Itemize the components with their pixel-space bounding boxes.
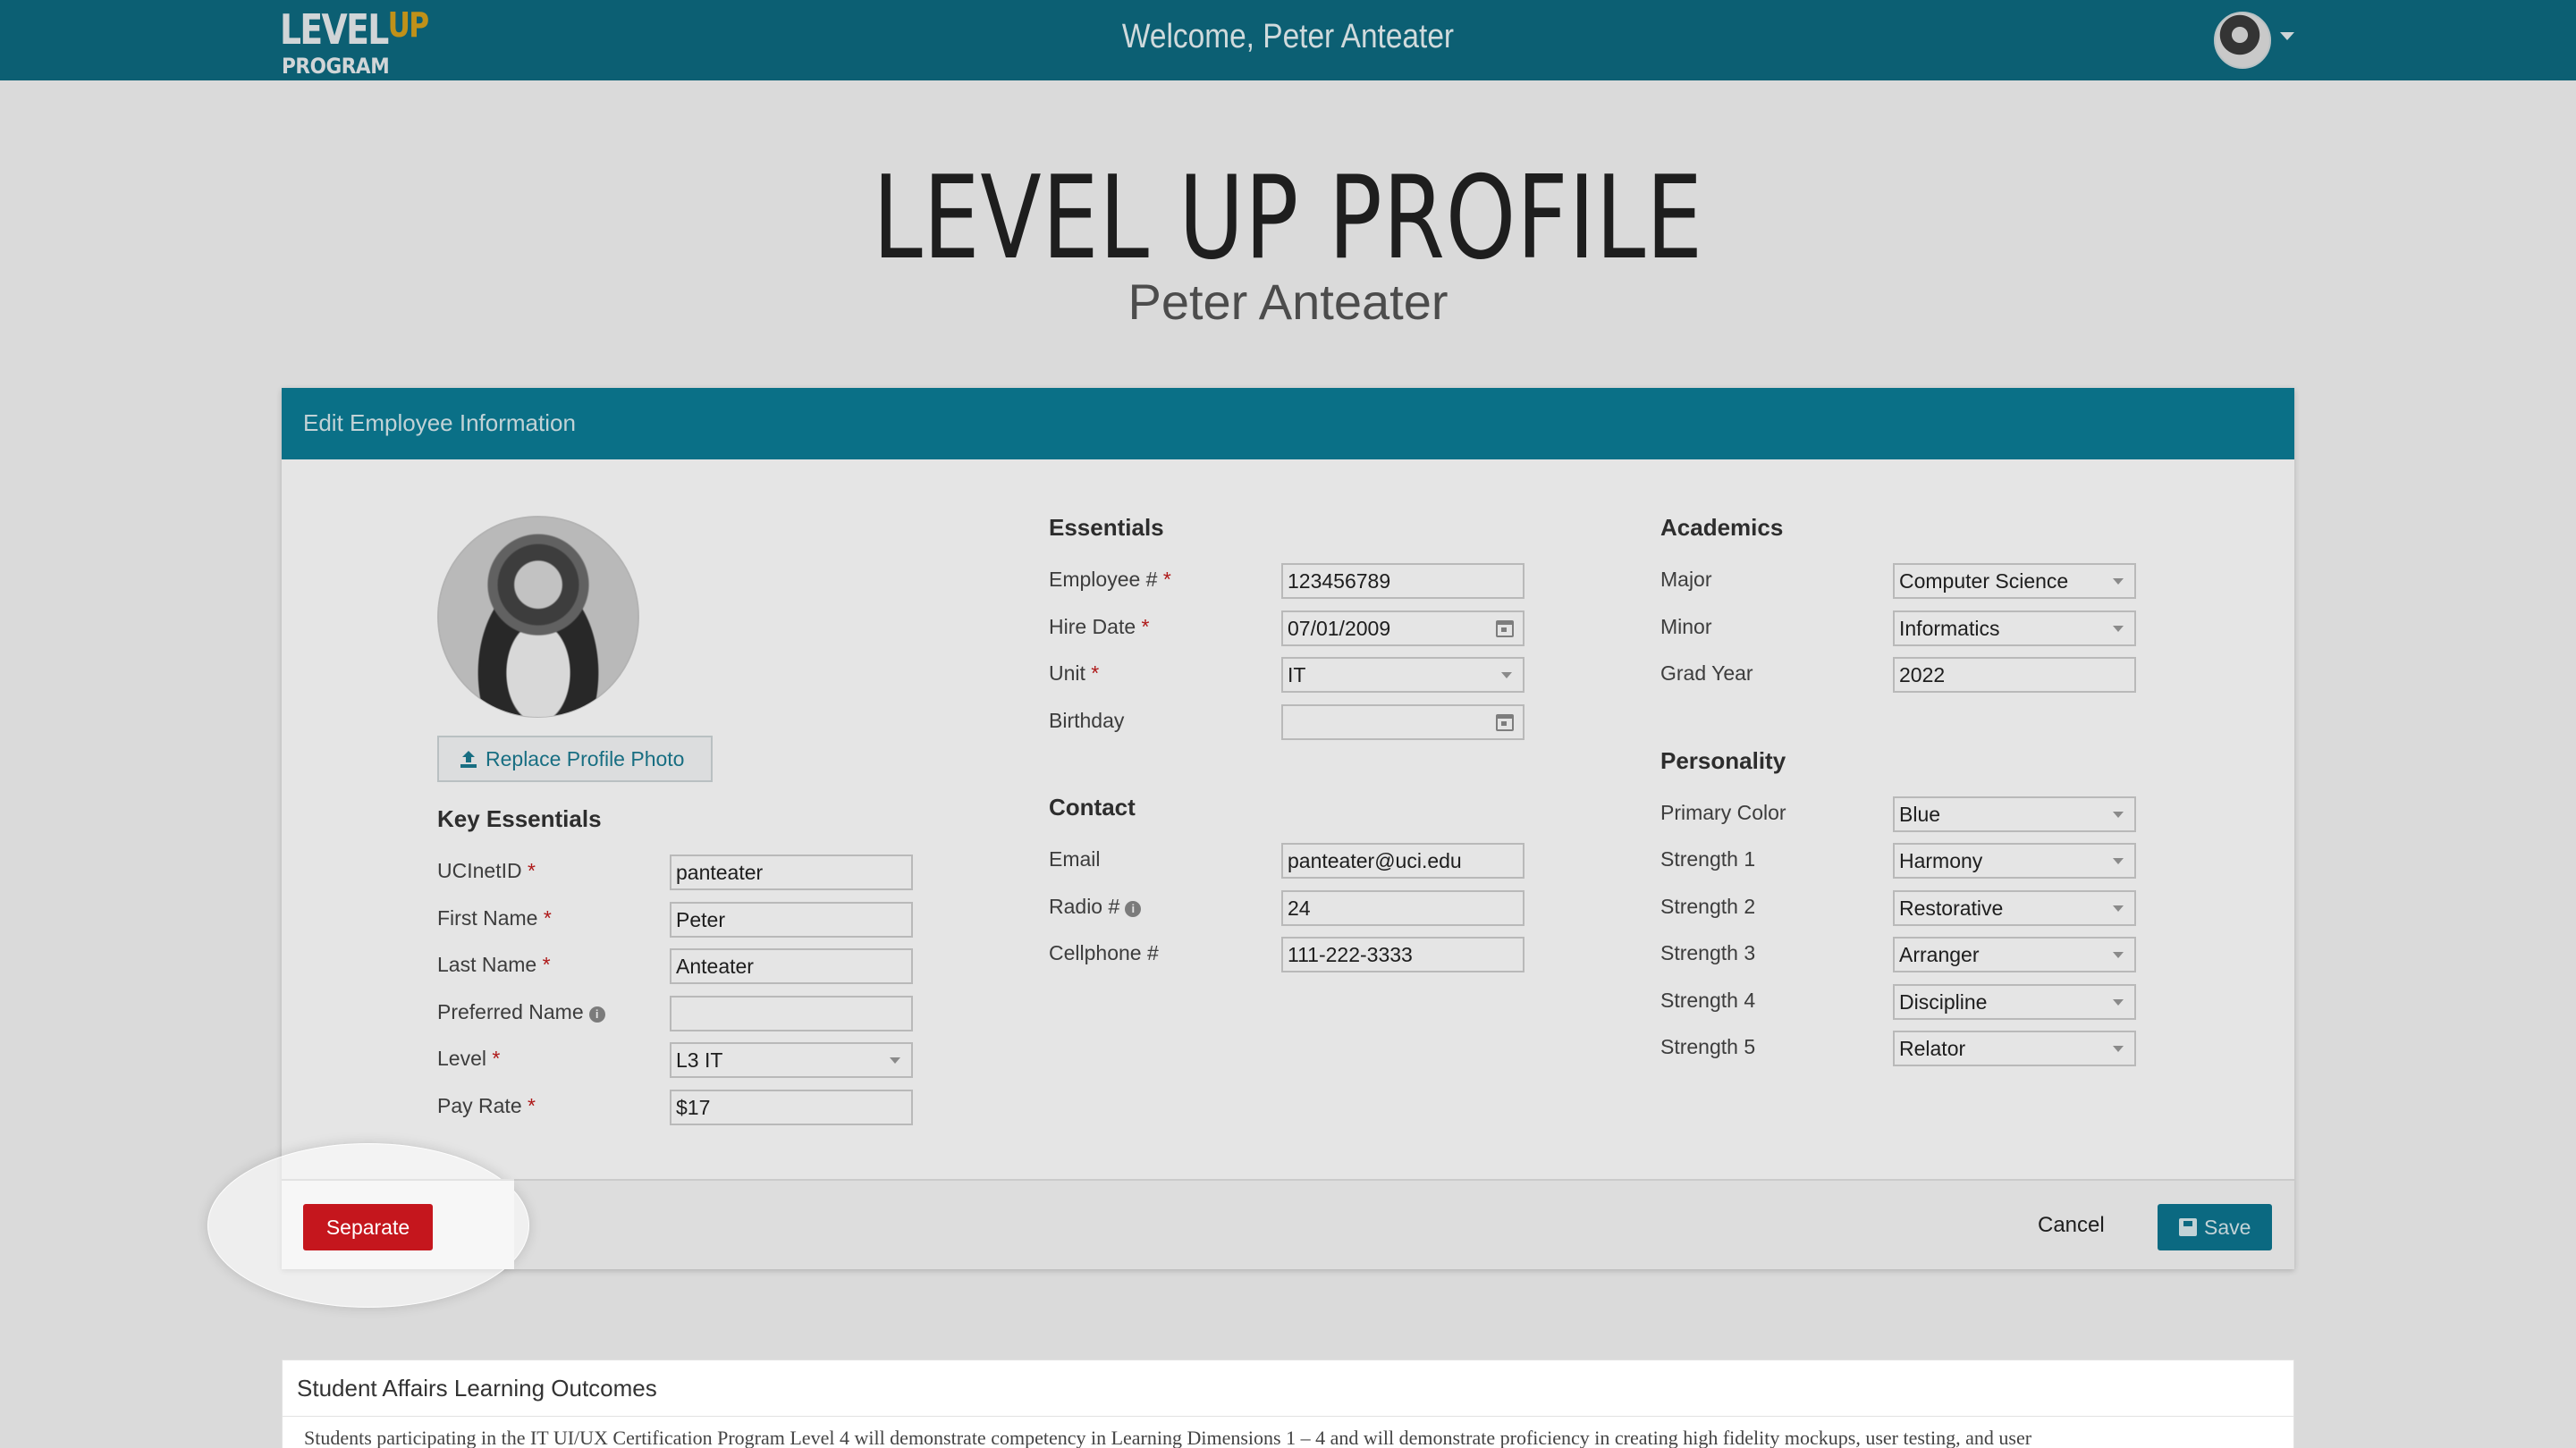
grad-year-input[interactable]: 2022 <box>1893 657 2136 693</box>
learning-outcomes-panel: Student Affairs Learning Outcomes Studen… <box>282 1360 2294 1448</box>
caret-down-icon[interactable] <box>2280 32 2294 40</box>
profile-photo <box>437 516 639 718</box>
primary-color-select[interactable]: Blue <box>1893 796 2136 832</box>
logo-text-program: PROGRAM <box>282 54 390 79</box>
key-essentials-heading: Key Essentials <box>437 805 602 832</box>
page-title: LEVEL UP PROFILE <box>873 152 1703 285</box>
cellphone-label: Cellphone # <box>1049 941 1159 964</box>
spotlight-footer-patch: Separate <box>282 1179 514 1269</box>
minor-select[interactable]: Informatics <box>1893 610 2136 646</box>
hire-date-value: 07/01/2009 <box>1288 617 1391 640</box>
edit-employee-panel: Edit Employee Information Replace Profil… <box>282 388 2294 1269</box>
academics-heading: Academics <box>1660 514 1784 541</box>
cancel-button[interactable]: Cancel <box>2038 1213 2105 1238</box>
last-name-label: Last Name * <box>437 953 551 976</box>
strength-2-label: Strength 2 <box>1660 895 1756 918</box>
strength-4-select[interactable]: Discipline <box>1893 984 2136 1020</box>
calendar-icon[interactable] <box>1496 620 1514 637</box>
last-name-input[interactable]: Anteater <box>670 948 913 984</box>
separate-button[interactable]: Separate <box>303 1204 433 1250</box>
pay-rate-label: Pay Rate * <box>437 1094 536 1117</box>
cellphone-input[interactable]: 111-222-3333 <box>1281 937 1524 972</box>
strength-1-label: Strength 1 <box>1660 847 1756 871</box>
unit-select[interactable]: IT <box>1281 657 1524 693</box>
divider <box>283 1416 2293 1417</box>
replace-profile-photo-label: Replace Profile Photo <box>486 747 685 770</box>
strength-1-select[interactable]: Harmony <box>1893 843 2136 879</box>
save-disk-icon <box>2179 1218 2197 1236</box>
page-subtitle: Peter Anteater <box>1128 274 1448 330</box>
user-avatar-icon[interactable] <box>2214 12 2271 69</box>
personality-heading: Personality <box>1660 747 1786 774</box>
ucinetid-input[interactable]: panteater <box>670 854 913 890</box>
top-navbar: LEVELUP PROGRAM Welcome, Peter Anteater <box>0 0 2576 80</box>
pay-rate-input[interactable]: $17 <box>670 1090 913 1125</box>
strength-2-select[interactable]: Restorative <box>1893 890 2136 926</box>
major-select[interactable]: Computer Science <box>1893 563 2136 599</box>
panel-header-title: Edit Employee Information <box>303 409 576 436</box>
contact-heading: Contact <box>1049 794 1136 821</box>
employee-number-label: Employee # * <box>1049 568 1171 591</box>
radio-number-input[interactable]: 24 <box>1281 890 1524 926</box>
first-name-label: First Name * <box>437 906 552 930</box>
primary-color-label: Primary Color <box>1660 801 1786 824</box>
essentials-heading: Essentials <box>1049 514 1164 541</box>
info-icon[interactable]: i <box>1125 901 1142 917</box>
welcome-text: Welcome, Peter Anteater <box>1121 18 1455 55</box>
email-label: Email <box>1049 847 1101 871</box>
panel-footer: Cancel Save <box>282 1179 2294 1269</box>
calendar-icon[interactable] <box>1496 714 1514 731</box>
ucinetid-label: UCInetID * <box>437 859 536 882</box>
radio-number-label: Radio # i <box>1049 895 1142 919</box>
birthday-input[interactable] <box>1281 704 1524 740</box>
level-select[interactable]: L3 IT <box>670 1042 913 1078</box>
upload-icon <box>460 751 477 768</box>
info-icon[interactable]: i <box>588 1006 605 1023</box>
preferred-name-input[interactable] <box>670 996 913 1031</box>
strength-4-label: Strength 4 <box>1660 989 1756 1012</box>
email-input[interactable]: panteater@uci.edu <box>1281 843 1524 879</box>
major-label: Major <box>1660 568 1712 591</box>
hire-date-input[interactable]: 07/01/2009 <box>1281 610 1524 646</box>
panel-header: Edit Employee Information <box>282 388 2294 459</box>
strength-5-select[interactable]: Relator <box>1893 1031 2136 1066</box>
strength-5-label: Strength 5 <box>1660 1035 1756 1058</box>
unit-label: Unit * <box>1049 661 1100 685</box>
hire-date-label: Hire Date * <box>1049 615 1150 638</box>
strength-3-label: Strength 3 <box>1660 941 1756 964</box>
learning-outcomes-text: Students participating in the IT UI/UX C… <box>304 1427 2032 1448</box>
level-label: Level * <box>437 1047 501 1070</box>
strength-3-select[interactable]: Arranger <box>1893 937 2136 972</box>
replace-profile-photo-button[interactable]: Replace Profile Photo <box>437 736 713 782</box>
birthday-label: Birthday <box>1049 709 1125 732</box>
save-button[interactable]: Save <box>2158 1204 2272 1250</box>
learning-outcomes-title: Student Affairs Learning Outcomes <box>297 1375 657 1402</box>
preferred-name-label: Preferred Name i <box>437 1000 605 1024</box>
minor-label: Minor <box>1660 615 1712 638</box>
first-name-input[interactable]: Peter <box>670 902 913 938</box>
grad-year-label: Grad Year <box>1660 661 1753 685</box>
employee-number-input[interactable]: 123456789 <box>1281 563 1524 599</box>
save-button-label: Save <box>2204 1216 2251 1239</box>
